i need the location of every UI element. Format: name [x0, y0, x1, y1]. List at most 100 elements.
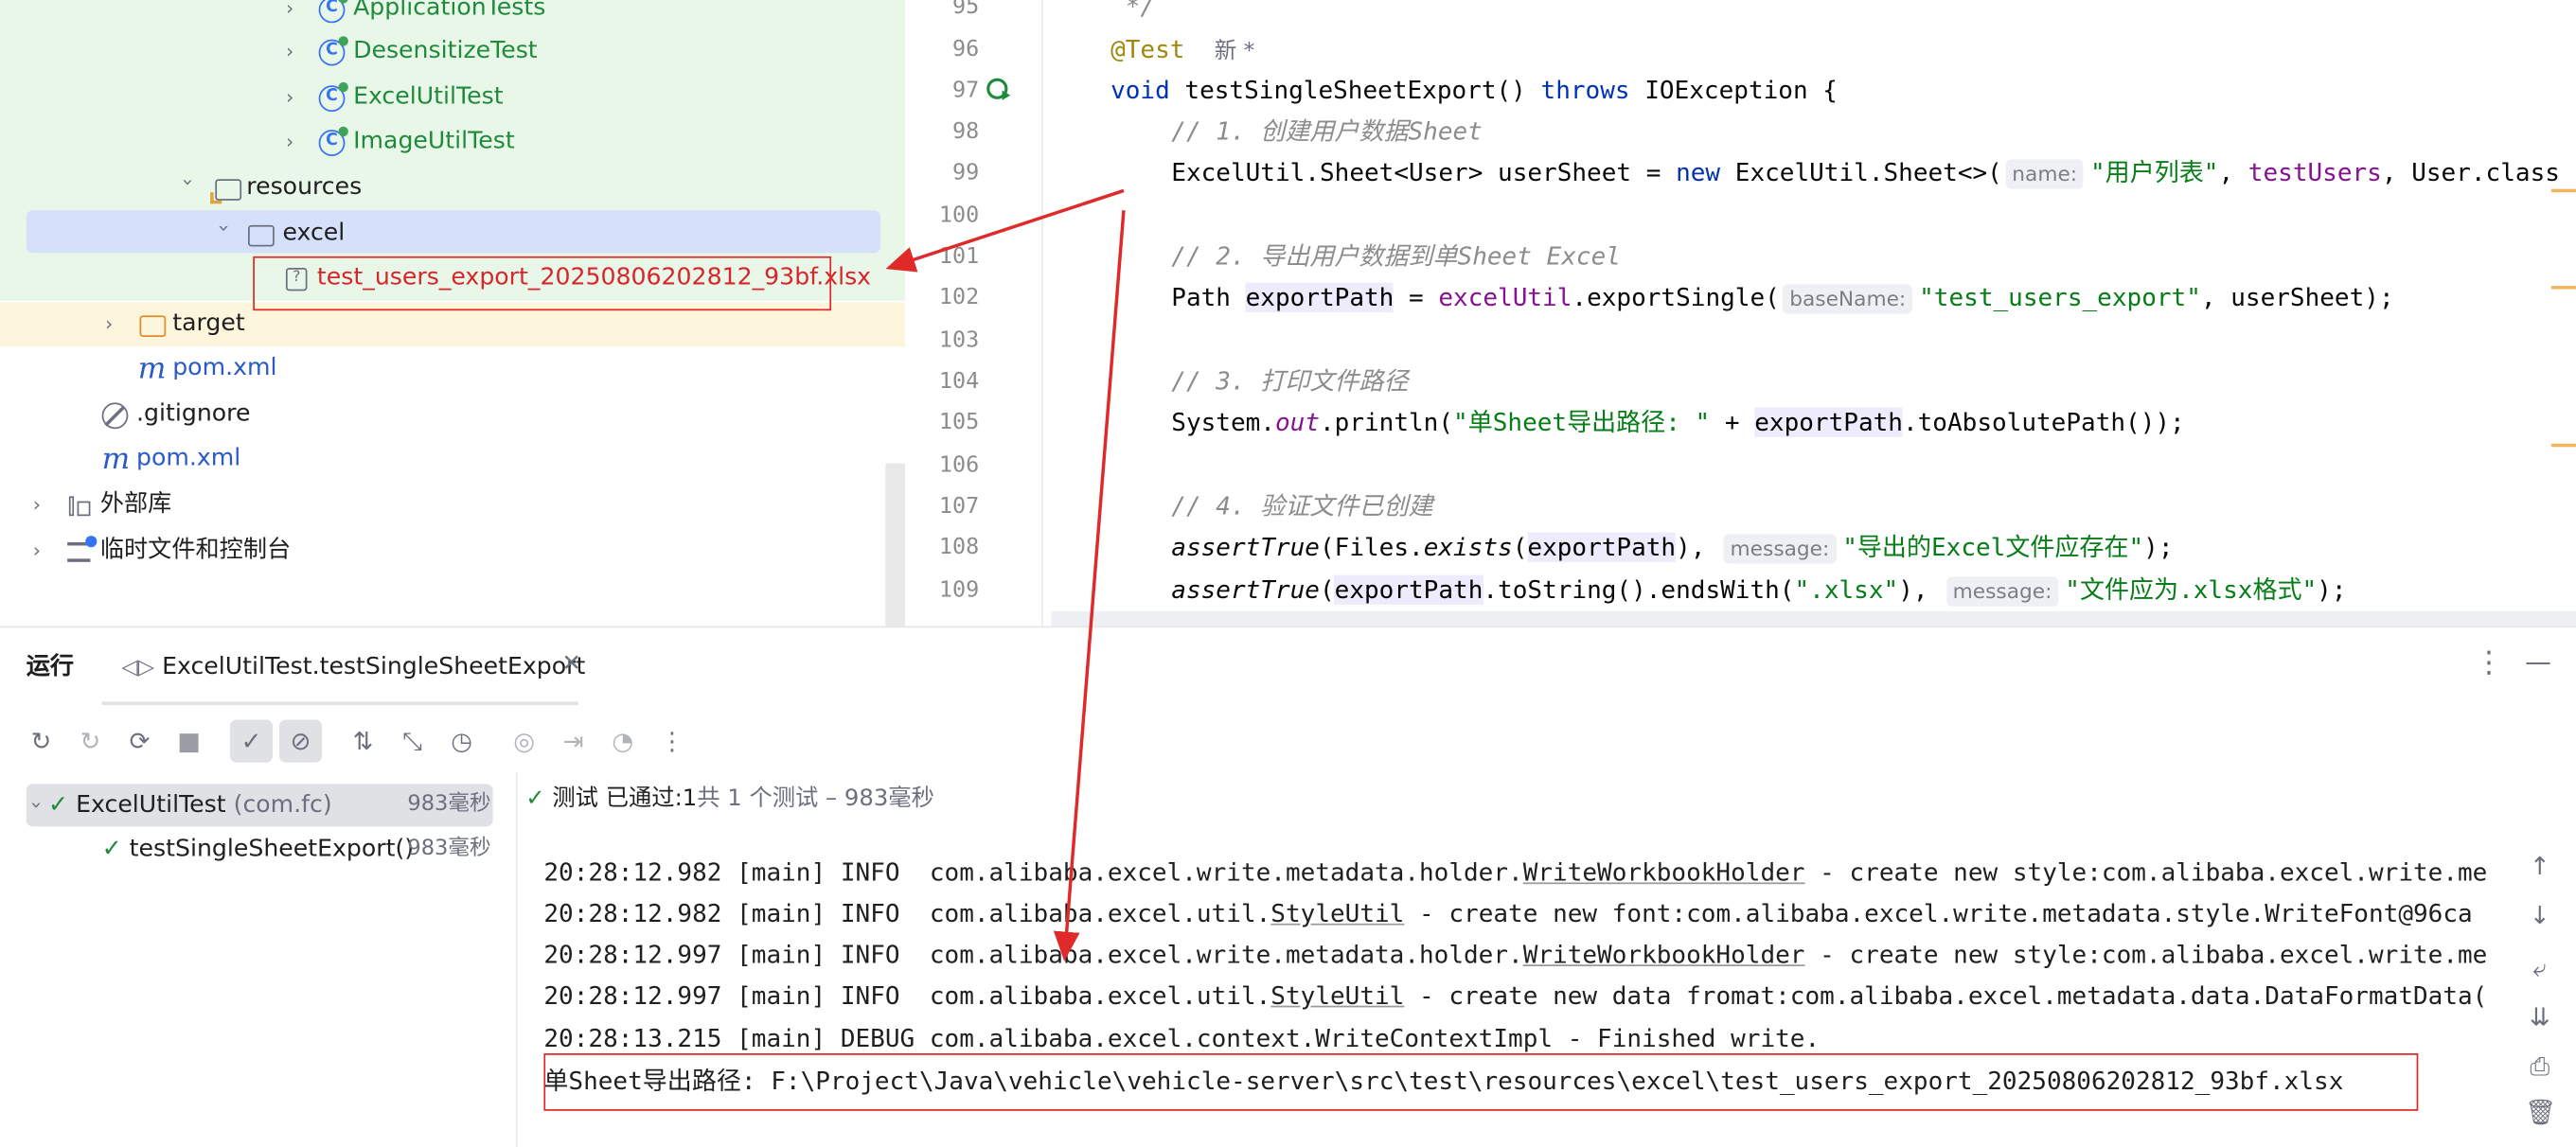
code-line[interactable]: @Test 新 *	[1110, 29, 1254, 70]
code-line[interactable]: // 1. 创建用户数据Sheet	[1171, 112, 1483, 152]
stop-icon[interactable]: ■	[174, 726, 204, 755]
status-label: 测试	[552, 785, 598, 812]
more-icon[interactable]: ⋮	[657, 726, 686, 755]
rerun-auto-icon[interactable]: ⟳	[125, 726, 154, 755]
chevron-right-icon[interactable]: ›	[33, 484, 53, 528]
stripe-mark[interactable]	[2550, 188, 2576, 193]
tree-item-desensitizetest[interactable]: › C DesensitizeTest	[0, 29, 905, 74]
code-line[interactable]: Path exportPath = excelUtil.exportSingle…	[1171, 277, 2394, 318]
variable-token: exportPath	[1245, 282, 1395, 312]
log-package: com.alibaba.excel.write.metadata.holder.	[929, 857, 1523, 888]
scroll-to-end-icon[interactable]: ⇊	[2525, 1002, 2554, 1032]
chevron-right-icon[interactable]: ›	[286, 29, 306, 74]
console-line[interactable]: 20:28:12.982 [main] INFO com.alibaba.exc…	[543, 894, 2472, 935]
tree-item-applicationtests[interactable]: › C ApplicationTests	[0, 0, 905, 31]
test-status: ✓ 测试 已通过:1共 1 个测试 – 983毫秒	[525, 779, 934, 819]
trash-icon[interactable]: 🗑	[2525, 1098, 2556, 1127]
rerun-failed-icon[interactable]: ↻	[76, 726, 105, 755]
more-options-icon[interactable]: ⋮	[2474, 645, 2503, 679]
code-token: System.	[1171, 407, 1275, 437]
print-icon[interactable]: ⎙	[2525, 1051, 2554, 1081]
field-token: excelUtil	[1438, 282, 1572, 312]
show-ignored-icon[interactable]: ⊘	[279, 719, 323, 763]
chevron-right-icon[interactable]: ›	[33, 529, 53, 574]
line-number: 108	[938, 534, 980, 561]
export-icon[interactable]: ⇥	[559, 726, 588, 755]
code-line[interactable]: assertTrue(exportPath.toString().endsWit…	[1171, 571, 2347, 611]
code-line[interactable]: System.out.println("单Sheet导出路径: " + expo…	[1171, 402, 2185, 443]
camera-icon[interactable]: ◎	[509, 726, 539, 755]
tree-item-label: ApplicationTests	[353, 0, 546, 22]
code-line[interactable]: assertTrue(Files.exists(exportPath), mes…	[1171, 527, 2174, 568]
tree-item-external-libs[interactable]: › 外部库	[0, 484, 905, 528]
code-line[interactable]: // 2. 导出用户数据到单Sheet Excel	[1171, 237, 1621, 277]
author-hint[interactable]: 新 *	[1215, 38, 1255, 64]
arrow-up-icon[interactable]: ↑	[2525, 851, 2554, 880]
chevron-down-icon[interactable]: ›	[202, 224, 246, 244]
code-token: (	[1512, 532, 1528, 562]
console-line[interactable]: 20:28:12.982 [main] INFO com.alibaba.exc…	[543, 853, 2487, 893]
sort-icon[interactable]: ⇅	[348, 726, 378, 755]
chevron-down-icon[interactable]: ›	[15, 802, 58, 809]
code-line[interactable]: void testSingleSheetExport() throws IOEx…	[1110, 71, 1838, 112]
code-line[interactable]: // 3. 打印文件路径	[1171, 362, 1408, 402]
tree-item-gitignore[interactable]: .gitignore	[0, 393, 905, 437]
stripe-mark[interactable]	[2550, 286, 2576, 290]
code-token: ),	[1898, 574, 1944, 605]
run-test-icon[interactable]	[986, 78, 1012, 104]
tree-item-scratches[interactable]: › 临时文件和控制台	[0, 529, 905, 574]
tree-item-imageutiltest[interactable]: › C ImageUtilTest	[0, 120, 905, 165]
show-passed-icon[interactable]: ✓	[229, 719, 274, 763]
tree-item-label: 外部库	[99, 491, 172, 518]
tree-scrollbar[interactable]	[885, 463, 906, 626]
log-class-link[interactable]: WriteWorkbookHolder	[1523, 940, 1805, 969]
chevron-right-icon[interactable]: ›	[105, 302, 125, 346]
tab-label: ExcelUtilTest.testSingleSheetExport	[162, 654, 586, 680]
code-line[interactable]: ExcelUtil.Sheet<User> userSheet = new Ex…	[1171, 152, 2560, 193]
log-time: 20:28:12.997	[543, 980, 722, 1011]
line-number: 103	[938, 326, 980, 354]
stripe-mark[interactable]	[2550, 443, 2576, 448]
test-duration: 983毫秒	[407, 836, 491, 861]
log-class-link[interactable]: StyleUtil	[1270, 981, 1404, 1011]
tree-item-resources[interactable]: › resources	[0, 166, 905, 210]
minimize-icon[interactable]: —	[2525, 645, 2551, 677]
test-class-icon: C	[318, 126, 348, 156]
chevron-right-icon[interactable]: ›	[286, 0, 306, 31]
code-line[interactable]: // 4. 验证文件已创建	[1171, 486, 1432, 527]
soft-wrap-icon[interactable]: ⤶	[2525, 953, 2554, 982]
keyword-token: void	[1110, 75, 1170, 106]
tree-item-pom-root[interactable]: m pom.xml	[0, 437, 905, 482]
log-class-link[interactable]: WriteWorkbookHolder	[1523, 857, 1805, 887]
tree-item-excel[interactable]: › excel	[0, 212, 905, 256]
log-level: [main] INFO	[721, 898, 930, 929]
code-line[interactable]: */	[1110, 0, 1155, 28]
log-package: com.alibaba.excel.util.	[929, 898, 1271, 929]
chevron-down-icon[interactable]: ›	[165, 178, 209, 198]
check-icon: ✓	[525, 785, 545, 812]
rerun-icon[interactable]: ↻	[27, 726, 56, 755]
arrow-down-icon[interactable]: ↓	[2525, 901, 2554, 930]
line-number: 101	[938, 242, 980, 270]
history-icon[interactable]: ◷	[447, 726, 476, 755]
ignored-file-icon	[101, 402, 129, 430]
code-token: .toAbsolutePath());	[1902, 407, 2185, 437]
tab-run-config[interactable]: ◁▷ ExcelUtilTest.testSingleSheetExport	[121, 647, 585, 687]
string-token: "test_users_export"	[1919, 282, 2201, 312]
import-icon[interactable]: ⤡	[398, 726, 427, 755]
test-node-class[interactable]: › ✓ ExcelUtilTest (com.fc)	[26, 784, 332, 826]
line-number: 95	[952, 0, 980, 20]
console-line[interactable]: 20:28:12.997 [main] INFO com.alibaba.exc…	[543, 935, 2487, 976]
test-node-method[interactable]: ✓ testSingleSheetExport()	[102, 828, 415, 871]
chevron-right-icon[interactable]: ›	[286, 76, 306, 120]
field-token: out	[1274, 407, 1320, 437]
log-class-link[interactable]: StyleUtil	[1270, 899, 1404, 928]
coverage-icon[interactable]: ◔	[608, 726, 637, 755]
chevron-right-icon[interactable]: ›	[286, 120, 306, 165]
code-token: , User.class	[2381, 157, 2560, 187]
tree-item-excelutiltest[interactable]: › C ExcelUtilTest	[0, 76, 905, 120]
console-line[interactable]: 20:28:12.997 [main] INFO com.alibaba.exc…	[543, 976, 2487, 1016]
tree-item-pom-inner[interactable]: m pom.xml	[0, 346, 905, 391]
resources-folder-icon	[210, 179, 242, 204]
close-icon[interactable]: ✕	[561, 651, 580, 678]
